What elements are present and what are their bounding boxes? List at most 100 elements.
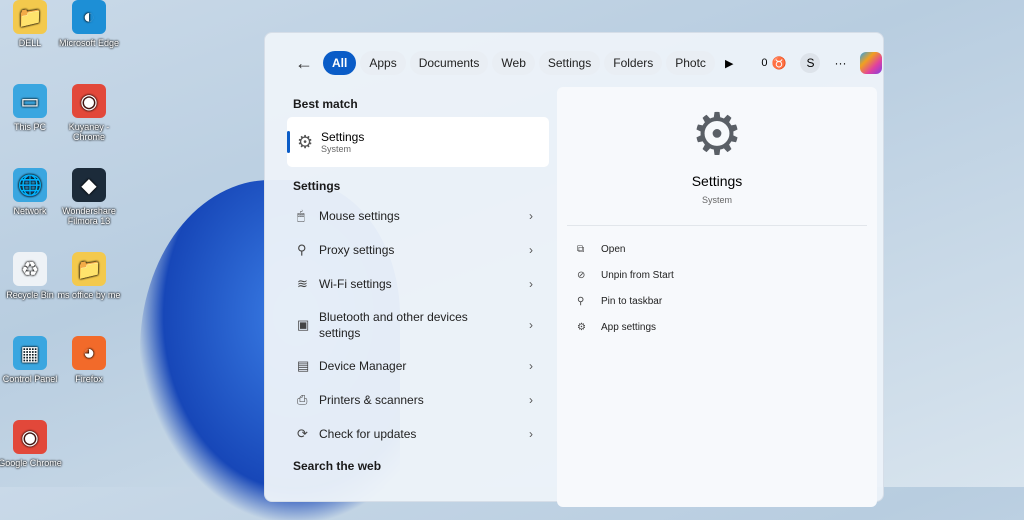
folder-icon: 📁 bbox=[72, 252, 106, 286]
settings-result-item[interactable]: ≋ Wi-Fi settings › bbox=[287, 267, 549, 301]
chevron-right-icon[interactable]: › bbox=[529, 427, 533, 441]
more-tabs-icon[interactable]: ▶ bbox=[725, 57, 733, 70]
action-gear[interactable]: ⚙ App settings bbox=[557, 314, 877, 340]
tab-photc[interactable]: Photc bbox=[666, 51, 715, 75]
tab-all[interactable]: All bbox=[323, 51, 357, 75]
action-unpin[interactable]: ⊘ Unpin from Start bbox=[557, 262, 877, 288]
edge-icon: ◐ bbox=[72, 0, 106, 34]
desktop-icon-label: DELL bbox=[18, 38, 42, 48]
start-search-panel: ← All Apps Documents Web Settings Folders Phot… bbox=[264, 32, 884, 507]
desktop-icon[interactable]: ◐ Microsoft Edge bbox=[57, 0, 121, 48]
printer-icon: ⎙ bbox=[297, 392, 308, 407]
desktop-icon[interactable]: ▭ This PC bbox=[0, 84, 62, 132]
control-panel-icon: ▦ bbox=[13, 336, 47, 370]
item-label: Check for updates bbox=[319, 427, 417, 441]
desktop-icon[interactable]: ◕ Firefox bbox=[57, 336, 121, 384]
chevron-right-icon[interactable]: › bbox=[529, 318, 533, 332]
desktop-icon-label: ms office by me bbox=[57, 290, 121, 300]
rewards-points[interactable]: 0 bbox=[761, 57, 767, 69]
chrome-profile-icon: ◉ bbox=[72, 84, 106, 118]
avatar[interactable]: S bbox=[800, 53, 821, 73]
preview-pane: ⚙ Settings System ⧉ Open ⊘ Unpin from Start… bbox=[557, 87, 877, 507]
item-label: Bluetooth and other devices settings bbox=[319, 310, 468, 340]
desktop-icon-label: Microsoft Edge bbox=[58, 38, 120, 48]
monitor-icon: ▭ bbox=[13, 84, 47, 118]
action-pin[interactable]: ⚲ Pin to taskbar bbox=[557, 288, 877, 314]
settings-result-item[interactable]: ▤ Device Manager › bbox=[287, 349, 549, 383]
rewards-icon[interactable]: ♉ bbox=[772, 56, 787, 70]
tab-web[interactable]: Web bbox=[492, 51, 535, 75]
settings-heading: Settings bbox=[293, 179, 341, 193]
search-web-heading: Search the web bbox=[293, 459, 382, 473]
folder-user-icon: 📁 bbox=[13, 0, 47, 34]
item-label: Proxy settings bbox=[319, 243, 395, 257]
desktop-icon-label: Control Panel bbox=[2, 374, 58, 384]
desktop-icon-label: This PC bbox=[13, 122, 46, 132]
network-icon: 🌐 bbox=[13, 168, 47, 202]
best-match-subtitle: System bbox=[321, 144, 352, 154]
chevron-right-icon[interactable]: › bbox=[529, 209, 533, 223]
search-filter-tabs: ← All Apps Documents Web Settings Folders Phot… bbox=[295, 51, 883, 75]
desktop-icon-label: Firefox bbox=[75, 374, 103, 384]
chevron-right-icon[interactable]: › bbox=[529, 277, 533, 291]
open-icon: ⧉ bbox=[577, 243, 585, 255]
desktop-icon-label: Network bbox=[13, 206, 47, 216]
desktop-icon[interactable]: 📁 ms office by me bbox=[57, 252, 121, 300]
best-match-settings[interactable]: ⚙ Settings System bbox=[287, 117, 549, 167]
action-label: Pin to taskbar bbox=[601, 295, 663, 307]
desktop-icon-label: Kuyaney - Chrome bbox=[68, 122, 110, 142]
desktop-icon[interactable]: ◆ Wondershare Filmora 13 bbox=[57, 168, 121, 226]
desktop-icon[interactable]: 📁 DELL bbox=[0, 0, 62, 48]
chevron-right-icon[interactable]: › bbox=[529, 243, 533, 257]
gear-icon: ⚙ bbox=[577, 321, 586, 333]
tab-settings[interactable]: Settings bbox=[538, 51, 601, 75]
gear-icon: ⚙ bbox=[297, 131, 314, 152]
action-label: Open bbox=[601, 243, 626, 255]
recycle-bin-icon: ♻ bbox=[13, 252, 47, 286]
tab-apps[interactable]: Apps bbox=[360, 51, 406, 75]
copilot-icon[interactable] bbox=[860, 52, 883, 74]
action-open[interactable]: ⧉ Open bbox=[557, 236, 877, 262]
chevron-right-icon[interactable]: › bbox=[529, 393, 533, 407]
proxy-icon: ⚲ bbox=[297, 242, 307, 257]
desktop-icon-label: Wondershare Filmora 13 bbox=[62, 206, 116, 226]
item-label: Wi-Fi settings bbox=[319, 277, 392, 291]
item-label: Mouse settings bbox=[319, 209, 400, 223]
settings-result-item[interactable]: ▣ Bluetooth and other devices settings › bbox=[287, 301, 549, 349]
wifi-icon: ≋ bbox=[297, 276, 308, 291]
action-label: Unpin from Start bbox=[601, 269, 674, 281]
update-icon: ⟳ bbox=[297, 426, 308, 441]
chrome-icon: ◉ bbox=[13, 420, 47, 454]
desktop-icon[interactable]: ◉ Google Chrome bbox=[0, 420, 62, 468]
chevron-right-icon[interactable]: › bbox=[529, 359, 533, 373]
settings-gear-icon: ⚙ bbox=[691, 102, 743, 167]
action-label: App settings bbox=[601, 321, 657, 333]
desktop-icon-label: Recycle Bin bbox=[6, 290, 54, 300]
unpin-icon: ⊘ bbox=[577, 269, 586, 281]
settings-result-item[interactable]: ⟳ Check for updates › bbox=[287, 417, 549, 451]
firefox-icon: ◕ bbox=[72, 336, 106, 370]
tab-folders[interactable]: Folders bbox=[604, 51, 663, 75]
tab-documents[interactable]: Documents bbox=[409, 51, 489, 75]
filmora-icon: ◆ bbox=[72, 168, 106, 202]
bluetooth-icon: ▣ bbox=[297, 317, 310, 332]
pin-icon: ⚲ bbox=[577, 295, 585, 307]
desktop-icon[interactable]: ▦ Control Panel bbox=[0, 336, 62, 384]
desktop-icon[interactable]: ◉ Kuyaney - Chrome bbox=[57, 84, 121, 142]
settings-result-item[interactable]: ⚲ Proxy settings › bbox=[287, 233, 549, 267]
preview-subtitle: System bbox=[701, 195, 732, 205]
desktop-icon-label: Google Chrome bbox=[0, 458, 62, 468]
preview-title: Settings bbox=[691, 173, 743, 189]
back-arrow-icon[interactable]: ← bbox=[295, 53, 313, 74]
desktop-icon[interactable]: ♻ Recycle Bin bbox=[0, 252, 62, 300]
device-manager-icon: ▤ bbox=[297, 358, 310, 373]
settings-result-item[interactable]: ⎙ Printers & scanners › bbox=[287, 383, 549, 417]
best-match-title: Settings bbox=[321, 130, 365, 144]
item-label: Printers & scanners bbox=[319, 393, 424, 407]
desktop-icon[interactable]: 🌐 Network bbox=[0, 168, 62, 216]
best-match-heading: Best match bbox=[293, 97, 358, 111]
more-options-button[interactable]: ··· bbox=[834, 56, 846, 70]
mouse-icon: 🖱 bbox=[297, 208, 305, 223]
item-label: Device Manager bbox=[319, 359, 407, 373]
settings-result-item[interactable]: 🖱 Mouse settings › bbox=[287, 199, 549, 233]
